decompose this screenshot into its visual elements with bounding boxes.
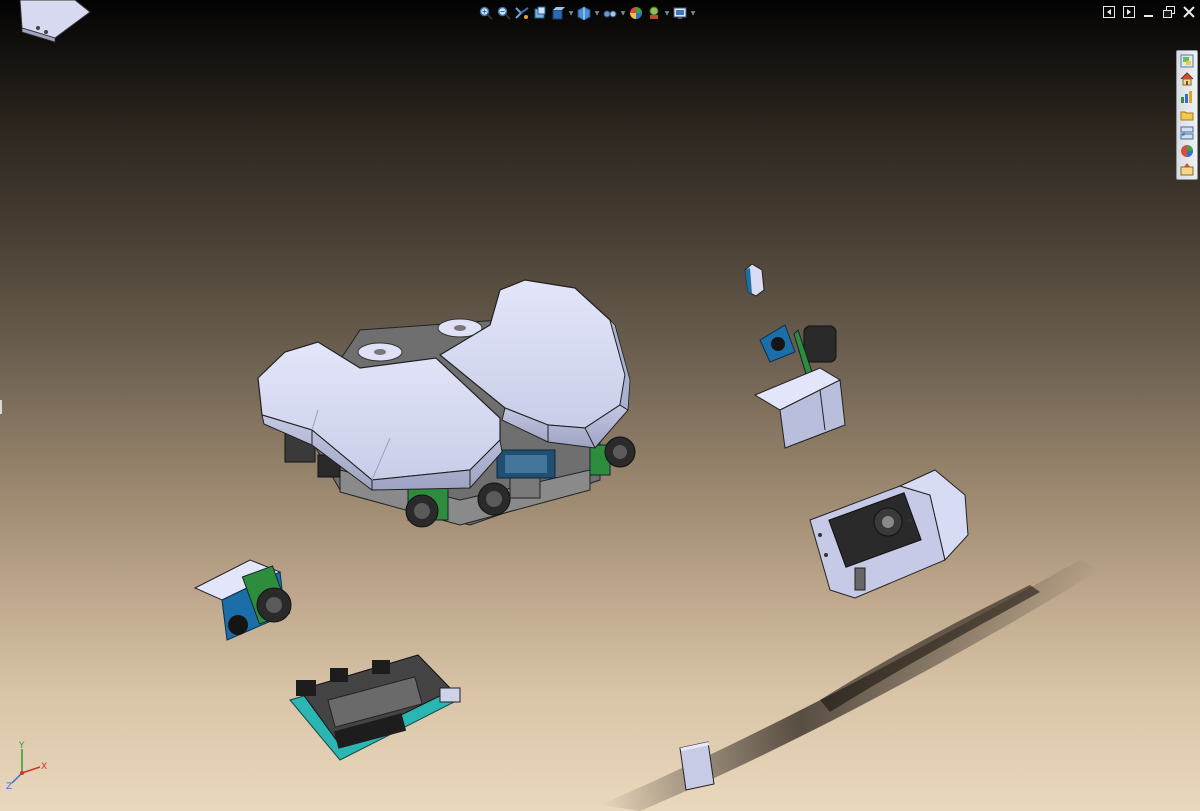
- bracket-part-corner[interactable]: [19, 0, 91, 43]
- ultrasonic-sensor-left[interactable]: [193, 559, 292, 641]
- assembly-model[interactable]: [0, 0, 1200, 811]
- microcontroller-board[interactable]: [289, 654, 461, 761]
- servo-motor-assembly[interactable]: [809, 469, 969, 599]
- ground-shadow: [600, 560, 1100, 811]
- axis-triad: Y X Z: [6, 741, 47, 791]
- ultrasonic-sensor-module[interactable]: [759, 324, 837, 375]
- 3d-viewport[interactable]: ▼ ▼ ▼ ▼ ▼ Y X Z: [0, 0, 1200, 811]
- small-bracket-part[interactable]: [744, 263, 765, 297]
- sensor-mount-bracket[interactable]: [753, 367, 846, 449]
- small-block-part[interactable]: [679, 741, 715, 791]
- axis-x-label: X: [41, 762, 47, 772]
- axis-z-label: Z: [6, 782, 12, 791]
- axis-y-label: Y: [18, 741, 25, 751]
